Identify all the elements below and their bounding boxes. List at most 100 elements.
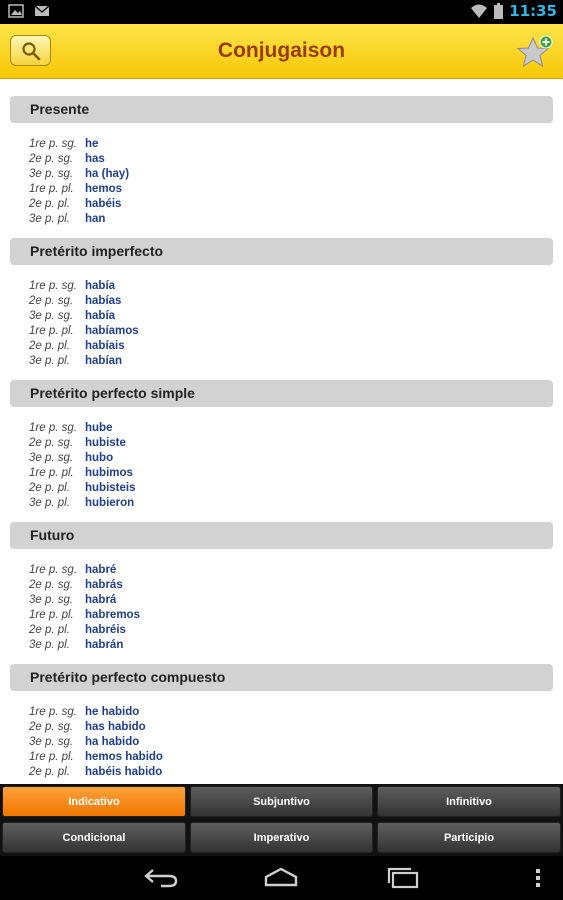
person-label: 1re p. pl.: [29, 609, 74, 621]
verb-form: había: [85, 280, 116, 292]
person-label: 1re p. pl.: [29, 467, 74, 479]
overflow-menu-icon[interactable]: [534, 869, 542, 887]
tense-header: Pretérito imperfecto: [10, 238, 553, 265]
tab-infinitivo[interactable]: Infinitivo: [377, 786, 561, 817]
person-label: 3e p. sg.: [29, 310, 74, 322]
verb-form: habréis: [85, 624, 126, 636]
conjugation-row: 3e p. pl. habían: [29, 354, 553, 369]
conjugation-row: 3e p. sg. ha (hay): [29, 167, 553, 182]
tab-indicativo[interactable]: Indicativo: [2, 786, 186, 817]
conjugation-row: 1re p. sg. había: [29, 279, 553, 294]
person-label: 2e p. pl.: [29, 766, 70, 778]
person-label: 2e p. sg.: [29, 437, 74, 449]
recent-apps-icon[interactable]: [385, 867, 421, 889]
person-label: 3e p. sg.: [29, 168, 74, 180]
conjugation-list[interactable]: Presente 1re p. sg. he 2e p. sg. has 3e p.…: [0, 96, 563, 784]
conjugation-row: 2e p. pl. habéis: [29, 197, 553, 212]
verb-form: habremos: [85, 609, 140, 621]
conjugation-row: 2e p. sg. habrás: [29, 578, 553, 593]
verb-form: habrá: [85, 594, 117, 606]
back-icon[interactable]: [143, 867, 179, 889]
search-icon: [21, 41, 40, 60]
conjugation-row: 1re p. sg. hube: [29, 421, 553, 436]
verb-form: habéis: [85, 198, 122, 210]
conjugation-row: 3e p. sg. habrá: [29, 593, 553, 608]
system-nav-bar: [0, 856, 563, 900]
person-label: 2e p. sg.: [29, 579, 74, 591]
verb-form: he: [85, 138, 99, 150]
gmail-notification-icon: [34, 5, 50, 16]
search-button[interactable]: [10, 35, 51, 66]
person-label: 3e p. sg.: [29, 736, 74, 748]
person-label: 2e p. pl.: [29, 624, 70, 636]
person-label: 2e p. pl.: [29, 198, 70, 210]
action-bar: Conjugaison: [0, 24, 563, 79]
tab-condicional[interactable]: Condicional: [2, 822, 186, 853]
tense-section: Pretérito perfecto simple 1re p. sg. hube…: [10, 380, 553, 522]
person-label: 3e p. pl.: [29, 355, 70, 367]
battery-icon: [494, 3, 504, 19]
verb-form: habíais: [85, 340, 125, 352]
tense-section: Pretérito imperfecto 1re p. sg. había 2e …: [10, 238, 553, 380]
conjugation-row: 1re p. sg. he habido: [29, 705, 553, 720]
tense-header: Futuro: [10, 522, 553, 549]
mood-tab-bar: Indicativo Subjuntivo Infinitivo Condici…: [0, 784, 563, 856]
person-label: 1re p. pl.: [29, 183, 74, 195]
tense-header: Presente: [10, 96, 553, 123]
add-favorite-button[interactable]: [515, 34, 555, 70]
person-label: 3e p. sg.: [29, 452, 74, 464]
verb-form: había: [85, 310, 116, 322]
conjugation-row: 3e p. sg. hubo: [29, 451, 553, 466]
verb-form: ha habido: [85, 736, 140, 748]
home-icon[interactable]: [263, 867, 299, 889]
conjugation-row: 1re p. pl. hemos habido: [29, 750, 553, 765]
person-label: 2e p. pl.: [29, 482, 70, 494]
conjugation-row: 1re p. pl. habíamos: [29, 324, 553, 339]
tab-subjuntivo[interactable]: Subjuntivo: [190, 786, 373, 817]
conjugation-row: 2e p. pl. habéis habido: [29, 765, 553, 780]
conjugation-row: 2e p. pl. habréis: [29, 623, 553, 638]
verb-form: hemos: [85, 183, 123, 195]
conjugation-row: 1re p. pl. hemos: [29, 182, 553, 197]
verb-form: han: [85, 213, 106, 225]
tab-imperativo[interactable]: Imperativo: [190, 822, 373, 853]
conjugation-row: 2e p. sg. has: [29, 152, 553, 167]
verb-form: hubiste: [85, 437, 126, 449]
verb-form: hubisteis: [85, 482, 136, 494]
person-label: 1re p. sg.: [29, 422, 77, 434]
verb-form: ha (hay): [85, 168, 130, 180]
verb-form: hubieron: [85, 497, 135, 509]
verb-form: hubo: [85, 452, 114, 464]
tense-section: Pretérito perfecto compuesto 1re p. sg. h…: [10, 664, 553, 784]
verb-form: hemos habido: [85, 751, 163, 763]
person-label: 3e p. pl.: [29, 497, 70, 509]
tense-header: Pretérito perfecto simple: [10, 380, 553, 407]
person-label: 3e p. sg.: [29, 594, 74, 606]
conjugation-row: 2e p. pl. habíais: [29, 339, 553, 354]
person-label: 2e p. sg.: [29, 153, 74, 165]
person-label: 1re p. sg.: [29, 564, 77, 576]
verb-form: hubimos: [85, 467, 133, 479]
tab-participio[interactable]: Participio: [377, 822, 561, 853]
conjugation-row: 1re p. sg. habré: [29, 563, 553, 578]
conjugation-row: 3e p. pl. hubieron: [29, 496, 553, 511]
conjugation-row: 2e p. pl. hubisteis: [29, 481, 553, 496]
person-label: 2e p. pl.: [29, 340, 70, 352]
conjugation-row: 3e p. pl. habrán: [29, 638, 553, 653]
tense-section: Futuro 1re p. sg. habré 2e p. sg. habrás 3…: [10, 522, 553, 664]
conjugation-row: 1re p. pl. habremos: [29, 608, 553, 623]
verb-form: habíamos: [85, 325, 139, 337]
star-add-icon: [516, 35, 553, 68]
status-bar: 11:35: [0, 0, 563, 24]
conjugation-row: 3e p. sg. había: [29, 309, 553, 324]
wifi-icon: [471, 4, 488, 18]
verb-form: habrán: [85, 639, 124, 651]
verb-form: has: [85, 153, 105, 165]
verb-form: habían: [85, 355, 123, 367]
conjugation-row: 2e p. sg. hubiste: [29, 436, 553, 451]
conjugation-row: 3e p. pl. han: [29, 212, 553, 227]
person-label: 1re p. pl.: [29, 751, 74, 763]
verb-form: he habido: [85, 706, 140, 718]
verb-form: hube: [85, 422, 113, 434]
person-label: 2e p. sg.: [29, 295, 74, 307]
